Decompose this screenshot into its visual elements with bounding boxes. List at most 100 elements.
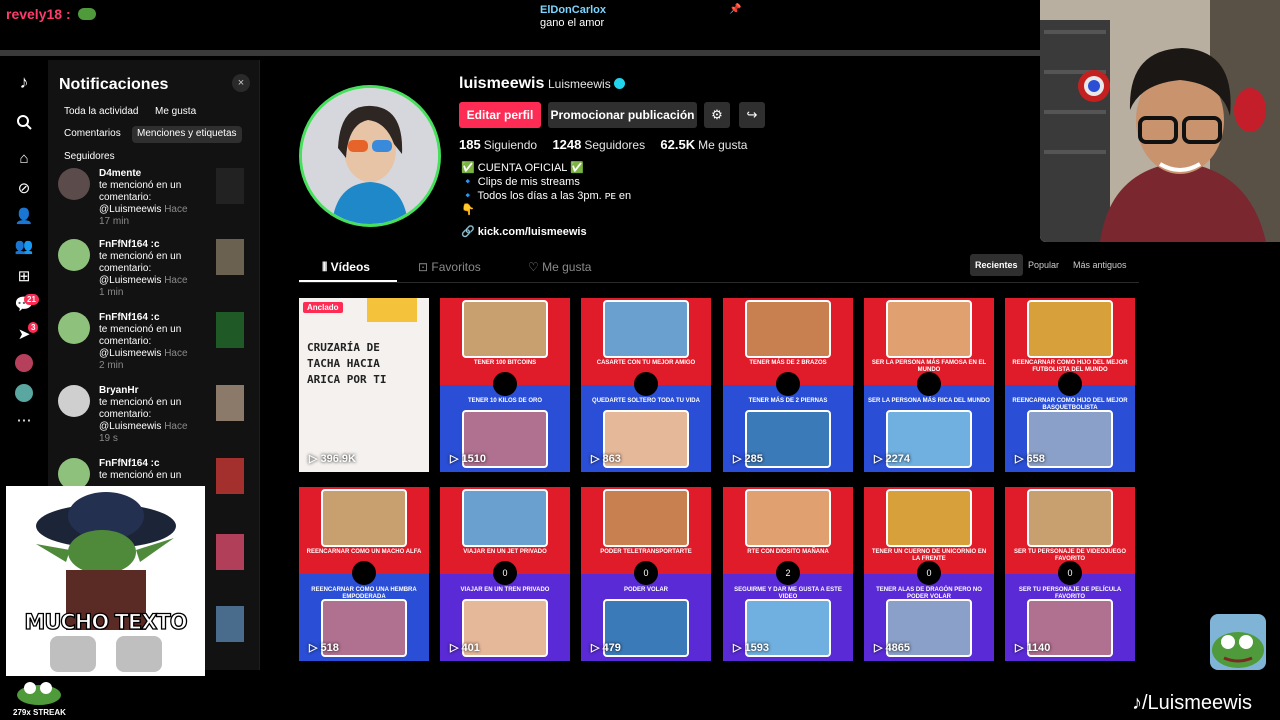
tab-liked[interactable]: ♡ Me gusta <box>528 260 591 274</box>
notification-thumbnail[interactable] <box>216 606 244 642</box>
notification-item[interactable]: FnFfNf164 :c te mencionó en un comentari… <box>58 312 258 382</box>
video-option-image <box>321 489 407 547</box>
video-view-count: ▷ 1510 <box>450 453 486 465</box>
live-avatar[interactable] <box>15 384 33 402</box>
tiktok-logo-icon: ♪ <box>1132 692 1142 714</box>
filter-likes[interactable]: Me gusta <box>150 104 201 121</box>
filter-followers[interactable]: Seguidores <box>59 149 120 166</box>
notifications-title: Notificaciones <box>59 76 169 93</box>
video-card[interactable]: TENER MÁS DE 2 BRAZOS TENER MÁS DE 2 PIER… <box>723 298 853 472</box>
video-option-top: CASARTE CON TU MEJOR AMIGO <box>596 360 696 366</box>
home-icon[interactable]: ⌂ <box>14 148 34 168</box>
notification-item[interactable]: FnFfNf164 :c te mencionó en un comentari… <box>58 239 258 309</box>
notification-thumbnail[interactable] <box>216 458 244 494</box>
promote-post-button[interactable]: Promocionar publicación <box>548 102 697 128</box>
explore-icon[interactable]: ⊘ <box>14 178 34 198</box>
video-card[interactable]: PODER TELETRANSPORTARTE PODER VOLAR 0 ▷ 479 <box>581 487 711 661</box>
video-option-image <box>603 489 689 547</box>
notification-item[interactable]: D4mente te mencionó en un comentario: @L… <box>58 168 258 238</box>
play-icon: ▷ <box>874 453 886 465</box>
video-card[interactable]: Anclado CRUZARÍA DE TACHA HACIA ARICA POR… <box>299 298 429 472</box>
tab-favorites[interactable]: ⊡ Favoritos <box>418 260 481 274</box>
link-icon: 🔗 <box>461 226 475 238</box>
filter-comments[interactable]: Comentarios <box>59 126 126 143</box>
chat-author: ElDonCarlox <box>540 4 607 16</box>
video-card[interactable]: CASARTE CON TU MEJOR AMIGO QUEDARTE SOLTE… <box>581 298 711 472</box>
profile-bio: ✅ CUENTA OFICIAL ✅ 🔹 Clips de mis stream… <box>461 162 632 216</box>
filter-mentions[interactable]: Menciones y etiquetas <box>132 126 242 143</box>
pepe-emote-icon <box>1210 614 1266 670</box>
video-view-count: ▷ 658 <box>1015 453 1045 465</box>
video-option-bottom: VIAJAR EN UN TREN PRIVADO <box>460 587 550 593</box>
vote-counter: 0 <box>917 561 941 585</box>
video-card[interactable]: TENER UN CUERNO DE UNICORNIO EN LA FRENT… <box>864 487 994 661</box>
video-option-image <box>1027 489 1113 547</box>
video-option-image <box>886 300 972 358</box>
tiktok-watermark: ♪/Luismeewis <box>1132 692 1253 714</box>
video-view-count: ▷ 1593 <box>733 642 769 654</box>
streak-label: 279x STREAK <box>13 708 66 717</box>
upload-icon[interactable]: ⊞ <box>14 266 34 286</box>
share-icon[interactable]: ↪ <box>739 102 765 128</box>
search-icon[interactable] <box>14 112 34 132</box>
video-option-image <box>1027 300 1113 358</box>
video-option-bottom: REENCARNAR COMO UNA HEMBRA EMPODERADA <box>311 587 417 600</box>
sort-popular[interactable]: Popular <box>1023 254 1064 276</box>
tiktok-logo-icon[interactable]: ♪ <box>14 72 34 92</box>
video-view-count: ▷ 518 <box>309 642 339 654</box>
video-card[interactable]: SER TU PERSONAJE DE VIDEOJUEGO FAVORITO S… <box>1005 487 1135 661</box>
video-card[interactable]: TENER 100 BITCOINS TENER 10 KILOS DE ORO ▷… <box>440 298 570 472</box>
video-view-count: ▷ 2274 <box>874 453 910 465</box>
video-view-count: ▷ 1140 <box>1015 642 1051 654</box>
profile-avatar-large[interactable] <box>299 85 441 227</box>
messages-badge: 3 <box>28 322 39 333</box>
profile-avatar[interactable] <box>15 354 33 372</box>
video-card[interactable]: SER LA PERSONA MÁS FAMOSA EN EL MUNDO SER… <box>864 298 994 472</box>
video-card[interactable]: VIAJAR EN UN JET PRIVADO VIAJAR EN UN TRE… <box>440 487 570 661</box>
settings-gear-icon[interactable]: ⚙ <box>704 102 730 128</box>
video-option-bottom: TENER 10 KILOS DE ORO <box>467 398 542 404</box>
video-option-bottom: TENER MÁS DE 2 PIERNAS <box>748 398 828 404</box>
avatar <box>58 168 90 200</box>
following-icon[interactable]: 👤 <box>14 206 34 226</box>
notification-thumbnail[interactable] <box>216 312 244 348</box>
video-option-image <box>603 300 689 358</box>
video-option-image <box>886 489 972 547</box>
vote-counter <box>917 372 941 396</box>
more-icon[interactable]: ⋯ <box>14 410 34 430</box>
play-icon: ▷ <box>591 642 603 654</box>
video-view-count: ▷ 4865 <box>874 642 910 654</box>
play-icon: ▷ <box>309 453 321 465</box>
video-card[interactable]: REENCARNAR COMO HIJO DEL MEJOR FUTBOLIST… <box>1005 298 1135 472</box>
tab-videos[interactable]: ⦀ Vídeos <box>322 260 370 275</box>
frog-emote-icon <box>78 8 96 20</box>
video-option-top: REENCARNAR COMO UN MACHO ALFA <box>306 549 422 555</box>
chat-text: gano el amor <box>540 17 605 29</box>
notification-thumbnail[interactable] <box>216 168 244 204</box>
sort-recent[interactable]: Recientes <box>970 254 1023 276</box>
notification-thumbnail[interactable] <box>216 534 244 570</box>
sort-oldest[interactable]: Más antiguos <box>1068 254 1132 276</box>
video-card[interactable]: RTE CON DIOSITO MAÑANA SEGUIRME Y DAR ME … <box>723 487 853 661</box>
notification-text: FnFfNf164 :c te mencionó en un comentari… <box>99 239 188 298</box>
edit-profile-button[interactable]: Editar perfil <box>459 102 541 128</box>
friends-icon[interactable]: 👥 <box>14 236 34 256</box>
video-view-count: ▷ 863 <box>591 453 621 465</box>
notification-thumbnail[interactable] <box>216 385 244 421</box>
profile-link[interactable]: 🔗 kick.com/luismeewis <box>461 225 587 238</box>
notification-thumbnail[interactable] <box>216 239 244 275</box>
vote-counter <box>776 372 800 396</box>
filter-all[interactable]: Toda la actividad <box>59 104 144 121</box>
vote-counter <box>493 372 517 396</box>
tabs-divider <box>299 282 1139 283</box>
play-icon: ▷ <box>591 453 603 465</box>
notification-item[interactable]: BryanHr te mencionó en un comentario: @L… <box>58 385 258 455</box>
avatar <box>58 385 90 417</box>
meme-caption: MUCHO TEXTO <box>24 609 188 634</box>
video-option-image <box>462 300 548 358</box>
vote-counter: 2 <box>776 561 800 585</box>
profile-username: luismeewis <box>459 75 545 92</box>
video-view-count: ▷ 479 <box>591 642 621 654</box>
close-icon[interactable]: × <box>232 74 250 92</box>
video-card[interactable]: REENCARNAR COMO UN MACHO ALFA REENCARNAR … <box>299 487 429 661</box>
